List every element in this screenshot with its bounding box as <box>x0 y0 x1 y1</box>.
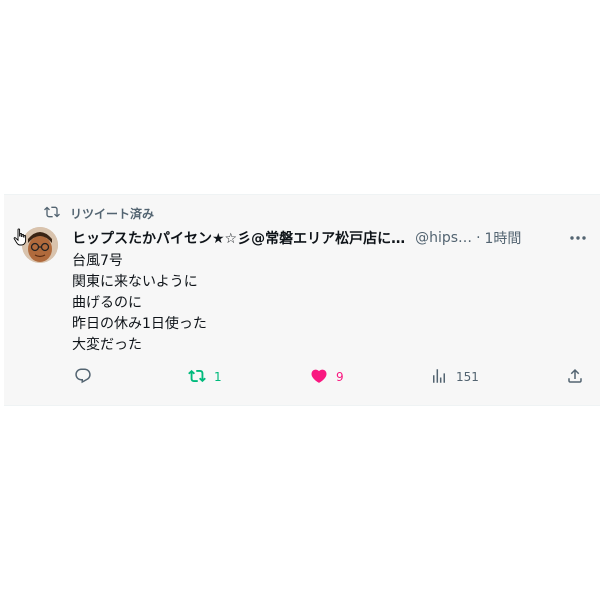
timestamp[interactable]: 1時間 <box>485 228 522 248</box>
tweet-text: 台風7号 関東に来ないように 曲げるのに 昨日の休み1日使った 大変だった <box>72 251 572 356</box>
author-handle[interactable]: @hips… <box>415 230 472 246</box>
tweet-line: 昨日の休み1日使った <box>72 316 207 332</box>
tweet-actions: 1 9 151 <box>72 366 592 388</box>
retweet-count: 1 <box>214 370 222 384</box>
tweet-card[interactable]: リツイート済み ヒップスたかパイセン★☆彡@常磐エリア松戸店に… @hips… … <box>4 194 600 406</box>
share-button[interactable] <box>566 366 584 388</box>
retweet-button[interactable]: 1 <box>188 366 222 388</box>
reply-button[interactable] <box>74 366 92 388</box>
tweet-line: 台風7号 <box>72 253 123 269</box>
retweet-icon <box>188 367 206 388</box>
like-button[interactable]: 9 <box>310 366 344 388</box>
tweet-line: 曲げるのに <box>72 295 142 311</box>
reply-icon <box>74 367 92 388</box>
share-icon <box>566 367 584 388</box>
like-count: 9 <box>336 370 344 384</box>
retweet-icon <box>44 204 60 223</box>
more-horizontal-icon <box>570 236 586 240</box>
author-display-name[interactable]: ヒップスたかパイセン★☆彡@常磐エリア松戸店に… <box>72 228 405 248</box>
heart-icon <box>310 367 328 388</box>
tweet-line: 関東に来ないように <box>72 274 198 290</box>
more-options-button[interactable] <box>568 228 588 248</box>
views-icon <box>430 367 448 388</box>
retweeted-label: リツイート済み <box>70 206 155 221</box>
tweet-line: 大変だった <box>72 337 142 353</box>
views-button[interactable]: 151 <box>430 366 479 388</box>
views-count: 151 <box>456 370 479 384</box>
retweeted-indicator: リツイート済み <box>44 205 154 221</box>
tweet-header: ヒップスたかパイセン★☆彡@常磐エリア松戸店に… @hips… · 1時間 <box>72 228 588 248</box>
separator-dot: · <box>476 230 481 246</box>
hand-cursor-icon <box>13 228 29 246</box>
